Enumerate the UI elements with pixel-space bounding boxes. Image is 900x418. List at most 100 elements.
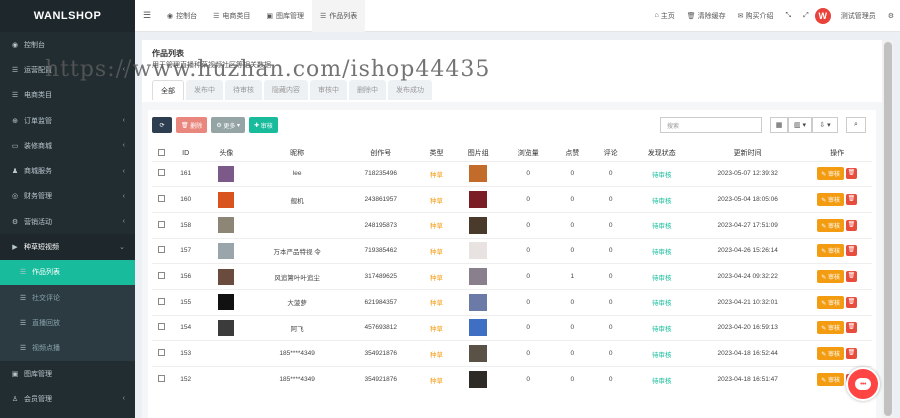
row-delete-button[interactable]: 🗑 — [845, 219, 857, 231]
delete-button[interactable]: 🗑 删除 — [176, 117, 208, 133]
sidebar-item[interactable]: ⊕ 订单监管 ‹ — [0, 108, 135, 133]
expand-icon[interactable]: ⤡ — [780, 12, 798, 20]
row-checkbox-cell[interactable] — [152, 186, 171, 213]
sidebar-item[interactable]: ▣ 图库管理 — [0, 361, 135, 386]
row-delete-button[interactable]: 🗑 — [845, 194, 857, 206]
top-link[interactable]: 🗑 清除缓存 — [681, 11, 732, 21]
top-link[interactable]: ✉ 购买介绍 — [732, 11, 780, 21]
row-delete-button[interactable]: 🗑 — [845, 245, 857, 257]
row-checkbox-cell[interactable] — [152, 237, 171, 264]
export-icon[interactable]: ⇩ ▾ — [812, 117, 838, 133]
status-tab[interactable]: 全部 — [152, 80, 184, 100]
status-tab[interactable]: 发布成功 — [388, 80, 432, 100]
row-delete-button[interactable]: 🗑 — [845, 322, 857, 334]
avatar-image[interactable] — [218, 217, 235, 234]
row-delete-button[interactable]: 🗑 — [845, 296, 857, 308]
row-status[interactable]: 待审核 — [652, 352, 672, 359]
row-checkbox-cell[interactable] — [152, 211, 171, 239]
row-checkbox-cell[interactable] — [152, 160, 171, 187]
select-all-checkbox[interactable] — [152, 146, 171, 161]
avatar-image[interactable] — [218, 165, 235, 182]
user-name[interactable]: 测试管理员 — [835, 11, 882, 21]
chat-button[interactable]: ••• — [846, 367, 880, 401]
image-thumbnail[interactable] — [469, 293, 488, 311]
table-row[interactable]: 153 185****4349 354921876 种草 0 0 0 待审核 2023-04-1… — [152, 340, 872, 367]
more-button[interactable]: ⚙ 更多 ▾ — [211, 117, 246, 133]
image-thumbnail[interactable] — [469, 165, 488, 183]
row-checkbox-cell[interactable] — [152, 340, 171, 367]
row-checkbox[interactable] — [157, 272, 165, 280]
avatar-image[interactable] — [218, 319, 235, 336]
sidebar-item[interactable]: ♟ 商城服务 ‹ — [0, 158, 135, 183]
view-toggle-icon[interactable]: ▦ — [770, 117, 788, 133]
review-button[interactable]: ✚ 审核 — [249, 117, 278, 133]
image-thumbnail[interactable] — [469, 216, 488, 234]
image-thumbnail[interactable] — [469, 191, 488, 209]
row-review-button[interactable]: ✎ 审核 — [817, 270, 844, 284]
row-review-button[interactable]: ✎ 审核 — [817, 347, 844, 361]
sidebar-subitem[interactable]: ☰ 视频点播 — [0, 335, 135, 361]
avatar-image[interactable] — [218, 268, 235, 285]
top-link[interactable]: ⌂ 主页 — [649, 11, 681, 21]
row-status[interactable]: 待审核 — [652, 300, 672, 307]
table-row[interactable]: 161 lee 718235496 种草 0 0 0 待审核 2023-05-07 12:39:… — [152, 160, 872, 187]
sidebar-item[interactable]: ⚙ 营销活动 ‹ — [0, 209, 135, 234]
brand-logo[interactable]: WANLSHOP — [0, 0, 135, 32]
row-checkbox-cell[interactable] — [152, 288, 171, 316]
columns-icon[interactable]: ▥ ▾ — [788, 117, 812, 133]
table-row[interactable]: 156 风追篱叶叶追尘 317489625 种草 0 1 0 待审核 2023-04-24 09… — [152, 263, 872, 290]
sidebar-item[interactable]: ☰ 电商类目 — [0, 83, 135, 108]
status-tab[interactable]: 隐藏内容 — [264, 80, 308, 100]
row-checkbox[interactable] — [157, 375, 165, 383]
row-delete-button[interactable]: 🗑 — [845, 168, 857, 180]
image-thumbnail[interactable] — [469, 371, 488, 389]
sidebar-subitem[interactable]: ☰ 直播回放 — [0, 310, 135, 336]
image-thumbnail[interactable] — [469, 268, 488, 286]
row-review-button[interactable]: ✎ 审核 — [817, 193, 844, 207]
avatar-image[interactable] — [218, 191, 235, 208]
top-tab[interactable]: ▣ 图库管理 — [258, 0, 312, 32]
sidebar-item[interactable]: ◎ 财务管理 ‹ — [0, 184, 135, 209]
row-checkbox[interactable] — [157, 349, 165, 357]
image-thumbnail[interactable] — [469, 242, 488, 260]
row-delete-button[interactable]: 🗑 — [845, 348, 857, 360]
row-review-button[interactable]: ✎ 审核 — [817, 167, 844, 181]
vertical-scrollbar[interactable] — [882, 40, 894, 418]
search-input[interactable]: 搜索 — [660, 117, 762, 133]
row-checkbox[interactable] — [157, 195, 165, 203]
row-checkbox[interactable] — [157, 297, 165, 305]
table-row[interactable]: 152 185****4349 354921876 种草 0 0 0 待审核 2023-04-1… — [152, 366, 872, 393]
image-thumbnail[interactable] — [469, 345, 488, 363]
sidebar-subitem[interactable]: ☰ 社交评论 — [0, 284, 135, 311]
user-avatar[interactable]: W — [814, 7, 831, 24]
table-row[interactable]: 158 248195873 种草 0 0 0 待审核 2023-04-27 17:51:09 ✎… — [152, 211, 872, 239]
sidebar-item[interactable]: ▭ 装修商城 ‹ — [0, 133, 135, 158]
status-tab[interactable]: 审核中 — [310, 80, 347, 100]
row-checkbox-cell[interactable] — [152, 314, 171, 341]
row-review-button[interactable]: ✎ 审核 — [817, 218, 844, 232]
search-icon[interactable]: ⌕ — [846, 117, 866, 133]
scrollbar-thumb[interactable] — [884, 42, 892, 416]
row-checkbox[interactable] — [157, 323, 165, 331]
table-row[interactable]: 160 舰机 243861957 种草 0 0 0 待审核 2023-05-04 18:05:0… — [152, 186, 872, 213]
row-checkbox[interactable] — [157, 246, 165, 254]
row-checkbox-cell[interactable] — [152, 366, 171, 393]
row-status[interactable]: 待审核 — [652, 326, 672, 333]
table-row[interactable]: 154 阿飞 457693812 种草 0 0 0 待审核 2023-04-20 16:59:1… — [152, 314, 872, 341]
row-review-button[interactable]: ✎ 审核 — [817, 295, 844, 309]
row-status[interactable]: 待审核 — [652, 223, 672, 230]
row-delete-button[interactable]: 🗑 — [845, 271, 857, 283]
avatar-image[interactable] — [218, 242, 235, 259]
row-review-button[interactable]: ✎ 审核 — [817, 373, 844, 387]
row-checkbox[interactable] — [157, 220, 165, 228]
status-tab[interactable]: 发布中 — [186, 80, 223, 100]
row-checkbox-cell[interactable] — [152, 263, 171, 290]
row-status[interactable]: 待审核 — [652, 275, 672, 282]
settings-gear-icon[interactable]: ⚙ — [882, 12, 900, 20]
row-checkbox[interactable] — [157, 169, 165, 177]
row-status[interactable]: 待审核 — [652, 378, 672, 385]
status-tab[interactable]: 删除中 — [349, 80, 386, 100]
table-row[interactable]: 155 大菠萝 621984357 种草 0 0 0 待审核 2023-04-21 10:32:… — [152, 288, 872, 316]
top-tab[interactable]: ☰ 电商类目 — [205, 0, 258, 32]
sidebar-subitem[interactable]: ☰ 作品列表 — [0, 259, 135, 285]
